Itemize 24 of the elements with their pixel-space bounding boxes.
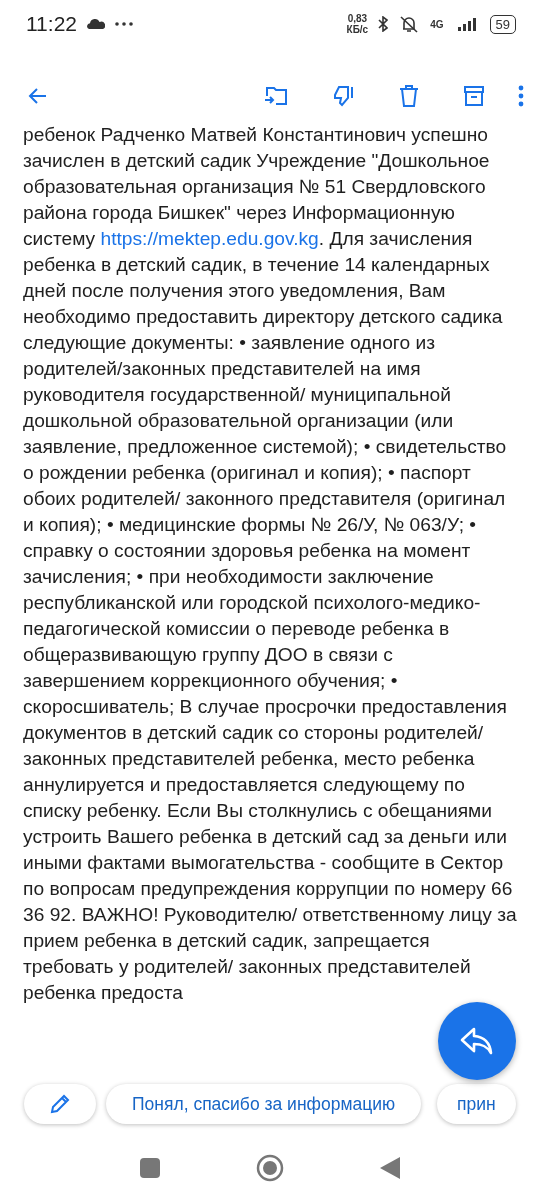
speed-unit: КБ/с (346, 24, 369, 35)
more-icon (115, 22, 133, 26)
network-speed: 0,83 (347, 13, 368, 24)
recent-apps-button[interactable] (140, 1157, 160, 1178)
reply-button[interactable] (438, 1002, 516, 1080)
pencil-icon (48, 1092, 72, 1116)
clock-time: 11:22 (26, 12, 77, 36)
move-to-folder-button[interactable] (264, 84, 290, 108)
battery-level: 59 (489, 14, 516, 34)
smart-reply-chip[interactable]: Понял, спасибо за информацию (106, 1084, 422, 1124)
bluetooth-icon (378, 16, 389, 32)
compose-reply-button[interactable] (24, 1084, 96, 1124)
message-body: ребенок Радченко Матвей Константинович успешно зачислен в детский садик Учреждение "Дошкольное образовательная организация № 51 Свердловского района города Бишкек" через Информационную систему https://mektep.edu.gov.kg. Для зачисления ребенка в детский садик, в течение 14 календарных дней после получения этого уведомления, Вам необходимо предоставить директору детского садика следующие документы: • заявление одного из родителей/законных представителей на имя руководителя государственной/ муниципальной дошкольной образовательной организации (или заявление, предложенное системой); • свидетельство о рождении ребенка (оригинал и копия); • паспорт обоих родителей/ законного представителя (оригинал и копия); • медицинские формы № 26/У, № 063/У; • справку о состоянии здоровья ребенка на момент зачисления; • при необходимости заключение республиканской или городской психолого-медико-педагогической комиссии о переводе ребенка в общеразвивающую группу ДОО в связи с завершением коррекционного обучения; • скоросшиватель; В случае просрочки предоставления документов в детский садик со стороны родителей/законных представителей ребенка, место ребенка аннулируется и предоставляется следующему по списку ребенку. Если Вы столкнулись с обещаниями устроить Вашего ребенка в детский сад за деньги или иными фактами вымогательства - сообщите в Сектор по вопросам предупреждения коррупции по номеру 66 36 92. ВАЖНО! Руководителю/ ответственному лицу за прием ребенка в детский садик, запрещается требовать у родителей/ законных представителей ребенка предоста (23, 123, 518, 1005)
more-options-button[interactable] (518, 85, 524, 107)
back-nav-button[interactable] (380, 1156, 400, 1179)
network-type: 4G (430, 18, 444, 30)
cloud-icon (87, 19, 105, 29)
link[interactable]: https://mektep.edu.gov.kg (100, 228, 319, 249)
thumbs-down-button[interactable] (332, 84, 356, 108)
delete-button[interactable] (398, 84, 420, 108)
reply-icon (460, 1027, 494, 1055)
archive-button[interactable] (462, 84, 486, 108)
smart-reply-chip[interactable]: прин (437, 1084, 516, 1124)
home-button[interactable] (256, 1153, 284, 1182)
